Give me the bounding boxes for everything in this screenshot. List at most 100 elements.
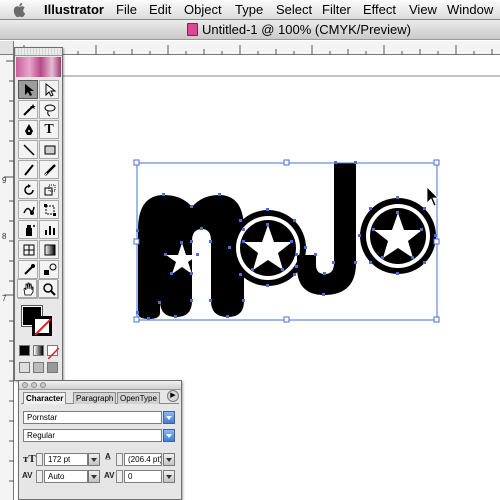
character-panel-titlebar[interactable] (19, 381, 181, 390)
menu-select[interactable]: Select (276, 2, 312, 17)
gradient-mode-button[interactable] (33, 345, 44, 356)
arrow-icon (25, 84, 34, 96)
free-transform-tool[interactable] (39, 200, 59, 219)
color-mode-button[interactable] (19, 345, 30, 356)
warp-tool[interactable] (18, 200, 38, 219)
tab-paragraph[interactable]: Paragraph (73, 392, 117, 404)
panel-zoom-button[interactable] (40, 382, 46, 388)
leading-dropdown[interactable] (163, 453, 175, 466)
menu-object[interactable]: Object (184, 2, 222, 17)
lasso-tool[interactable] (39, 100, 59, 119)
character-panel-tabs: Character Paragraph OpenType (21, 391, 179, 404)
mesh-tool[interactable] (18, 240, 38, 259)
paintbrush-icon (24, 164, 34, 176)
menu-illustrator[interactable]: Illustrator (44, 2, 104, 17)
font-family-dropdown[interactable] (163, 411, 175, 424)
application-flower-icon[interactable] (16, 57, 61, 77)
tab-opentype[interactable]: OpenType (117, 392, 160, 404)
tracking-field[interactable]: 0 (124, 470, 162, 483)
eyedropper-icon (24, 264, 35, 275)
selection-tool[interactable] (18, 80, 38, 99)
tab-character[interactable]: Character (23, 392, 67, 404)
blend-tool[interactable] (39, 260, 59, 279)
symbol-sprayer-icon (26, 225, 35, 236)
kerning-field[interactable]: Auto (44, 470, 88, 483)
lasso-icon (44, 104, 56, 117)
warp-icon (23, 206, 35, 215)
hand-icon (23, 282, 34, 296)
menu-type[interactable]: Type (235, 2, 263, 17)
rectangle-tool[interactable] (39, 140, 59, 159)
leading-field[interactable]: (206.4 pt) (124, 453, 162, 466)
menu-view[interactable]: View (409, 2, 437, 17)
paintbrush-tool[interactable] (18, 160, 38, 179)
menu-file[interactable]: File (116, 2, 137, 17)
gradient-tool[interactable] (39, 240, 59, 259)
magic-wand-tool[interactable] (18, 100, 38, 119)
rotate-tool[interactable] (18, 180, 38, 199)
none-icon (47, 347, 60, 360)
menu-edit[interactable]: Edit (149, 2, 171, 17)
vertical-ruler[interactable] (0, 41, 14, 500)
letter-j[interactable] (297, 163, 356, 295)
document-title-bar[interactable]: Untitled-1 @ 100% (CMYK/Preview) (0, 20, 500, 40)
tracking-icon: AV (104, 471, 115, 480)
full-screen-mode-button[interactable] (47, 362, 58, 373)
panel-minimize-button[interactable] (31, 382, 37, 388)
direct-selection-tool[interactable] (39, 80, 59, 99)
eyedropper-tool[interactable] (18, 260, 38, 279)
hand-tool[interactable] (17, 279, 37, 298)
none-mode-button[interactable] (47, 345, 60, 360)
apple-icon[interactable] (12, 1, 28, 19)
horizontal-ruler[interactable] (14, 41, 500, 55)
kerning-dropdown[interactable] (88, 470, 100, 483)
graph-tool[interactable] (39, 220, 59, 239)
font-style-field[interactable]: Regular (23, 429, 162, 442)
mesh-icon (23, 244, 35, 256)
magnifier-icon (43, 283, 56, 296)
horizontal-ruler-ticks (23, 45, 493, 55)
kerning-stepper[interactable] (36, 470, 43, 483)
pen-icon (25, 124, 33, 135)
magic-wand-icon (23, 104, 36, 116)
leading-stepper[interactable] (116, 453, 123, 466)
tracking-dropdown[interactable] (163, 470, 175, 483)
menu-effect[interactable]: Effect (363, 2, 396, 17)
font-size-field[interactable]: 172 pt (44, 453, 88, 466)
font-style-dropdown[interactable] (163, 429, 175, 442)
blend-icon (44, 263, 57, 275)
scale-icon (44, 184, 56, 196)
symbol-sprayer-tool[interactable] (18, 220, 38, 239)
font-family-field[interactable]: Pornstar (23, 411, 162, 424)
font-size-stepper[interactable] (36, 453, 43, 466)
line-tool[interactable] (18, 140, 38, 159)
rotate-icon (24, 184, 34, 195)
pen-tool[interactable] (18, 120, 38, 139)
standard-screen-mode-button[interactable] (19, 362, 30, 373)
free-transform-icon (44, 204, 56, 216)
tools-panel[interactable]: T (14, 47, 63, 381)
ruler-label-9: 9 (2, 176, 7, 185)
font-size-icon: тТ (23, 453, 36, 465)
tracking-stepper[interactable] (116, 470, 123, 483)
scale-tool[interactable] (39, 180, 59, 199)
pencil-tool[interactable] (39, 160, 59, 179)
panel-options-menu-button[interactable]: ▶ (167, 390, 179, 402)
type-tool[interactable]: T (39, 120, 59, 139)
font-size-dropdown[interactable] (88, 453, 100, 466)
zoom-tool[interactable] (38, 279, 58, 298)
bar-graph-icon (45, 226, 55, 235)
panel-close-button[interactable] (22, 382, 28, 388)
ruler-origin[interactable] (0, 41, 14, 55)
menu-window[interactable]: Window (447, 2, 493, 17)
line-segment-icon (23, 144, 35, 156)
rectangle-icon (44, 145, 56, 155)
illustrator-screen: Illustrator File Edit Object Type Select… (0, 0, 500, 500)
none-slash-icon (34, 318, 52, 336)
stroke-color-swatch[interactable] (32, 316, 52, 336)
tools-panel-grip[interactable] (15, 48, 62, 56)
kerning-icon: AV (22, 471, 33, 480)
character-panel[interactable]: Character Paragraph OpenType Pornstar Re… (18, 380, 182, 500)
full-screen-menu-mode-button[interactable] (33, 362, 44, 373)
menu-filter[interactable]: Filter (322, 2, 351, 17)
